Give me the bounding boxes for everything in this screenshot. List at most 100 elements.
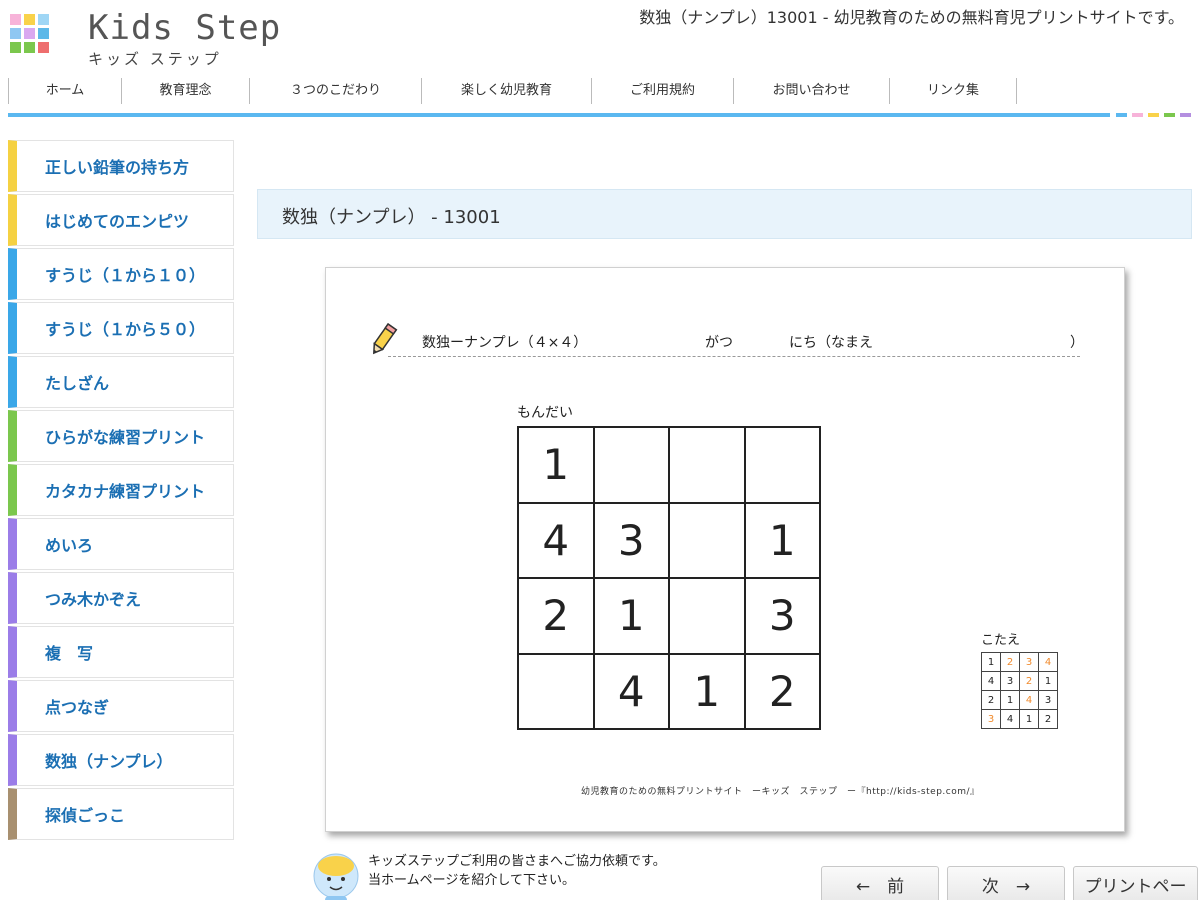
nav-item-fun-education[interactable]: 楽しく幼児教育: [421, 78, 591, 104]
sidebar-item-pencil-grip[interactable]: 正しい鉛筆の持ち方: [8, 140, 234, 192]
answer-cell: 2: [1038, 709, 1058, 729]
grid-cell: [743, 426, 821, 504]
sidebar-item-label: つみ木かぞえ: [45, 590, 142, 609]
logo-square: [38, 14, 49, 25]
sidebar-item-label: ひらがな練習プリント: [45, 428, 206, 447]
answer-row: 4321: [981, 671, 1058, 691]
logo-square: [24, 42, 35, 53]
color-dot: [1116, 113, 1127, 117]
sidebar-item-numbers-1-10[interactable]: すうじ（１から１０）: [8, 248, 234, 300]
next-button[interactable]: 次 →: [947, 866, 1065, 900]
worksheet-preview[interactable]: 数独ーナンプレ（４×４） がつ にち（なまえ ） もんだい 1431213412…: [325, 267, 1125, 832]
color-dot: [1180, 113, 1191, 117]
page-title: 数独（ナンプレ）13001 - 幼児教育のための無料育児プリントサイトです。: [639, 8, 1184, 27]
sidebar-item-katakana[interactable]: カタカナ練習プリント: [8, 464, 234, 516]
sidebar-item-label: 探偵ごっこ: [45, 806, 126, 825]
sidebar-item-addition[interactable]: たしざん: [8, 356, 234, 408]
grid-cell: 2: [743, 652, 821, 730]
sidebar-item-label: カタカナ練習プリント: [45, 482, 206, 501]
nav-item-home[interactable]: ホーム: [8, 78, 121, 104]
grid-cell: [517, 652, 595, 730]
sidebar-item-label: 正しい鉛筆の持ち方: [45, 158, 190, 177]
answer-cell: 1: [1019, 709, 1039, 729]
answer-row: 1234: [981, 652, 1058, 672]
grid-cell: 4: [517, 501, 595, 579]
sidebar-item-label: たしざん: [45, 374, 110, 393]
grid-cell: [592, 426, 670, 504]
name-close-paren: ）: [1070, 335, 1084, 351]
notice-line: キッズステップご利用の皆さまへご協力依頼です。: [368, 854, 666, 869]
nav-color-dots: [1116, 113, 1191, 117]
sidebar-item-label: 複 写: [45, 644, 94, 663]
answer-cell: 4: [1019, 690, 1039, 710]
sidebar-item-detective[interactable]: 探偵ごっこ: [8, 788, 234, 840]
sudoku-answer-grid: 1234432121433412: [981, 652, 1058, 729]
logo-square: [38, 42, 49, 53]
name-underline: [388, 356, 1080, 357]
nav-item-commitments[interactable]: ３つのこだわり: [249, 78, 421, 104]
cooperation-notice: キッズステップご利用の皆さまへご協力依頼です。 当ホームページを紹介して下さい。: [368, 852, 666, 890]
sidebar-item-first-pencil[interactable]: はじめてのエンピツ: [8, 194, 234, 246]
sidebar-item-label: すうじ（１から１０）: [45, 266, 206, 285]
nav-item-contact[interactable]: お問い合わせ: [733, 78, 889, 104]
answer-cell: 1: [1000, 690, 1020, 710]
color-dot: [1132, 113, 1143, 117]
grid-cell: 2: [517, 577, 595, 655]
grid-row: 213: [517, 577, 821, 655]
answer-row: 2143: [981, 690, 1058, 710]
color-dot: [1164, 113, 1175, 117]
print-page-button[interactable]: プリントペー: [1073, 866, 1198, 900]
sidebar-item-block-counting[interactable]: つみ木かぞえ: [8, 572, 234, 624]
answer-cell: 4: [1038, 652, 1058, 672]
sudoku-problem-grid: 1431213412: [517, 426, 821, 730]
logo-square: [24, 14, 35, 25]
sidebar: 正しい鉛筆の持ち方 はじめてのエンピツ すうじ（１から１０） すうじ（１から５０…: [8, 140, 234, 842]
logo-title[interactable]: Kids Step: [88, 8, 281, 48]
grid-cell: 1: [592, 577, 670, 655]
site-header: Kids Step キッズ ステップ 数独（ナンプレ）13001 - 幼児教育の…: [0, 0, 1200, 120]
sidebar-item-label: めいろ: [45, 536, 94, 555]
color-dot: [1148, 113, 1159, 117]
nav-divider: [8, 113, 1110, 117]
answer-cell: 3: [1019, 652, 1039, 672]
content-heading-text: 数独（ナンプレ） - 13001: [282, 207, 501, 228]
answer-label: こたえ: [981, 633, 1021, 648]
prev-button[interactable]: ← 前: [821, 866, 939, 900]
nav-item-philosophy[interactable]: 教育理念: [121, 78, 249, 104]
sidebar-item-copying[interactable]: 複 写: [8, 626, 234, 678]
answer-cell: 3: [1038, 690, 1058, 710]
answer-row: 3412: [981, 709, 1058, 729]
month-label: がつ: [705, 335, 733, 351]
grid-cell: 3: [592, 501, 670, 579]
worksheet-footer: 幼児教育のための無料プリントサイト ーキッズ ステップ ー『http://kid…: [581, 787, 980, 797]
answer-cell: 4: [981, 671, 1001, 691]
nav-item-terms[interactable]: ご利用規約: [591, 78, 733, 104]
sidebar-item-dot-to-dot[interactable]: 点つなぎ: [8, 680, 234, 732]
answer-cell: 4: [1000, 709, 1020, 729]
sidebar-item-hiragana[interactable]: ひらがな練習プリント: [8, 410, 234, 462]
grid-cell: [668, 426, 746, 504]
logo-square: [10, 28, 21, 39]
logo-square: [24, 28, 35, 39]
day-name-label: にち（なまえ: [789, 335, 873, 351]
top-navigation: ホーム 教育理念 ３つのこだわり 楽しく幼児教育 ご利用規約 お問い合わせ リン…: [8, 78, 1017, 104]
sidebar-item-label: すうじ（１から５０）: [45, 320, 206, 339]
worksheet-title: 数独ーナンプレ（４×４）: [422, 335, 588, 351]
answer-cell: 2: [981, 690, 1001, 710]
sidebar-item-maze[interactable]: めいろ: [8, 518, 234, 570]
nav-item-links[interactable]: リンク集: [889, 78, 1017, 104]
notice-line: 当ホームページを紹介して下さい。: [368, 873, 575, 888]
grid-cell: 1: [517, 426, 595, 504]
grid-cell: 4: [592, 652, 670, 730]
grid-cell: [668, 577, 746, 655]
sidebar-item-label: 点つなぎ: [45, 698, 110, 717]
problem-label: もんだい: [517, 405, 573, 421]
grid-cell: 1: [668, 652, 746, 730]
answer-cell: 1: [981, 652, 1001, 672]
logo-icon[interactable]: [10, 14, 60, 64]
sidebar-item-sudoku[interactable]: 数独（ナンプレ）: [8, 734, 234, 786]
sidebar-item-numbers-1-50[interactable]: すうじ（１から５０）: [8, 302, 234, 354]
grid-cell: [668, 501, 746, 579]
answer-cell: 3: [981, 709, 1001, 729]
logo-square: [10, 42, 21, 53]
